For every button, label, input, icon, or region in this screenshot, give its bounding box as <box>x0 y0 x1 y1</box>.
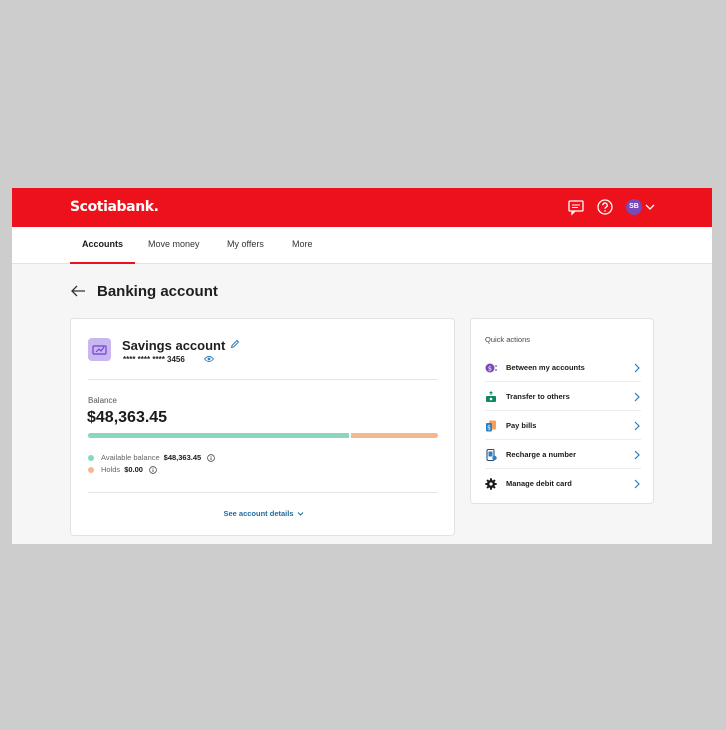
main-nav: Accounts Move money My offers More <box>12 227 712 264</box>
chevron-right-icon <box>634 363 640 373</box>
quick-action-label: Pay bills <box>506 421 537 430</box>
info-icon[interactable] <box>149 465 157 474</box>
divider <box>88 379 438 380</box>
svg-text:$: $ <box>487 425 491 432</box>
svg-text:$: $ <box>488 364 492 372</box>
balance-bar-gap <box>348 433 351 438</box>
back-arrow-icon[interactable] <box>70 284 86 298</box>
holds-dot <box>88 466 94 473</box>
chevron-down-icon[interactable] <box>644 201 656 213</box>
quick-action-between-accounts[interactable]: $ Between my accounts <box>485 353 641 382</box>
available-dot <box>88 454 94 461</box>
quick-action-label: Between my accounts <box>506 363 585 372</box>
info-icon[interactable] <box>207 453 215 462</box>
balance-label: Balance <box>88 396 117 405</box>
quick-action-label: Recharge a number <box>506 450 577 459</box>
balance-bar-available <box>88 433 349 438</box>
see-account-details-label: See account details <box>223 509 294 518</box>
quick-action-label: Transfer to others <box>506 392 570 401</box>
chevron-right-icon <box>634 450 640 460</box>
account-card: Savings account **** **** **** 3456 Bala… <box>70 318 455 536</box>
tab-my-offers[interactable]: My offers <box>227 227 264 264</box>
bill-icon: $ <box>486 420 496 432</box>
see-account-details-link[interactable]: See account details <box>71 509 456 518</box>
gear-icon <box>485 478 497 490</box>
transfer-between-icon: $ <box>485 363 497 373</box>
chevron-right-icon <box>634 421 640 431</box>
divider <box>88 492 438 493</box>
message-icon[interactable] <box>567 198 585 216</box>
quick-action-pay-bills[interactable]: $ Pay bills <box>485 411 641 440</box>
avatar[interactable]: SB <box>626 199 642 215</box>
savings-account-icon <box>88 338 111 361</box>
quick-actions-panel: Quick actions $ Between my accounts Tran… <box>470 318 654 504</box>
eye-icon[interactable] <box>204 355 214 363</box>
send-money-icon <box>486 391 496 402</box>
quick-action-label: Manage debit card <box>506 479 572 488</box>
account-number: **** **** **** 3456 <box>123 355 185 364</box>
tab-move-money[interactable]: Move money <box>148 227 200 264</box>
balance-bar <box>88 433 438 438</box>
holds-legend: Holds $0.00 <box>88 465 157 474</box>
account-name: Savings account <box>122 338 226 353</box>
available-label: Available balance <box>101 453 160 462</box>
top-bar: Scotiabank. SB <box>12 188 712 227</box>
chevron-right-icon <box>634 392 640 402</box>
quick-action-manage-debit-card[interactable]: Manage debit card <box>485 469 641 498</box>
quick-action-recharge-number[interactable]: Recharge a number <box>485 440 641 469</box>
quick-actions-title: Quick actions <box>485 335 531 344</box>
scotiabank-logo[interactable]: Scotiabank. <box>70 199 159 215</box>
available-balance-legend: Available balance $48,363.45 <box>88 453 215 462</box>
balance-value: $48,363.45 <box>87 409 168 426</box>
help-icon[interactable] <box>596 198 614 216</box>
edit-pencil-icon[interactable] <box>230 339 240 349</box>
available-value: $48,363.45 <box>163 453 202 462</box>
tab-more[interactable]: More <box>292 227 313 264</box>
holds-value: $0.00 <box>124 465 143 474</box>
holds-label: Holds <box>101 465 121 474</box>
chevron-right-icon <box>634 479 640 489</box>
phone-recharge-icon <box>486 449 497 461</box>
tab-accounts[interactable]: Accounts <box>69 227 136 264</box>
page-title: Banking account <box>97 283 218 300</box>
quick-action-transfer-to-others[interactable]: Transfer to others <box>485 382 641 411</box>
app-window: Scotiabank. SB Accounts Move money My of… <box>12 188 712 544</box>
chevron-down-icon <box>297 512 303 516</box>
